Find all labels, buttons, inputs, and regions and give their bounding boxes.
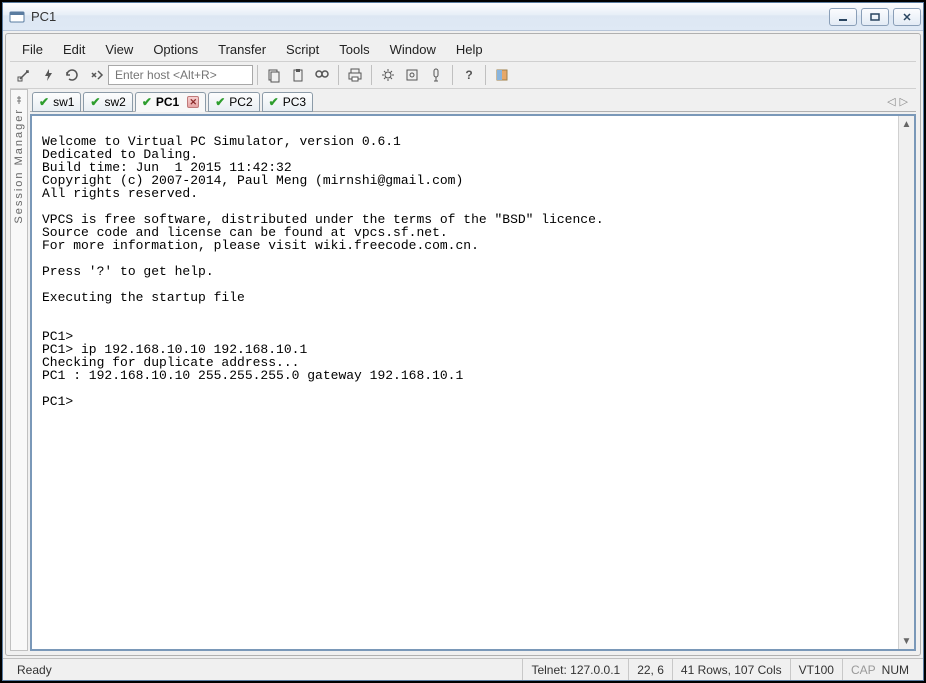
tab-pc1[interactable]: ✔ PC1 ✕ xyxy=(135,92,206,112)
app-window: PC1 File Edit View Options Transfer Scri… xyxy=(2,2,924,681)
window-title: PC1 xyxy=(31,9,829,24)
tab-scroll-right-icon[interactable]: ▷ xyxy=(900,95,908,108)
menu-file[interactable]: File xyxy=(14,40,51,59)
keymap-icon[interactable] xyxy=(424,64,448,86)
maximize-button[interactable] xyxy=(861,8,889,26)
toolbar: ? xyxy=(10,61,916,89)
status-ready: Ready xyxy=(9,659,60,680)
close-tab-icon[interactable]: ✕ xyxy=(187,96,199,108)
toggle-icon[interactable] xyxy=(490,64,514,86)
status-cap-label: CAP xyxy=(851,663,876,677)
scroll-down-icon[interactable]: ▼ xyxy=(899,633,914,649)
session-manager-sidebar[interactable]: Session Manager xyxy=(10,89,28,651)
status-emulation: VT100 xyxy=(790,659,842,680)
scroll-track[interactable] xyxy=(899,132,914,633)
window-buttons xyxy=(829,8,921,26)
copy-icon[interactable] xyxy=(262,64,286,86)
session-tabs: ✔ sw1 ✔ sw2 ✔ PC1 ✕ ✔ PC2 xyxy=(30,89,916,112)
check-icon: ✔ xyxy=(142,95,152,109)
tab-pc2[interactable]: ✔ PC2 xyxy=(208,92,259,112)
check-icon: ✔ xyxy=(215,95,225,109)
tab-label: PC1 xyxy=(156,95,179,109)
status-caps: CAP NUM xyxy=(842,659,917,680)
tab-scroll-arrows: ◁ ▷ xyxy=(887,95,914,108)
settings-icon[interactable] xyxy=(376,64,400,86)
tab-label: PC2 xyxy=(229,95,252,109)
reconnect-icon[interactable] xyxy=(60,64,84,86)
separator xyxy=(371,65,372,85)
menu-view[interactable]: View xyxy=(97,40,141,59)
menubar: File Edit View Options Transfer Script T… xyxy=(10,38,916,61)
menu-options[interactable]: Options xyxy=(145,40,206,59)
menu-help[interactable]: Help xyxy=(448,40,491,59)
quick-connect-icon[interactable] xyxy=(36,64,60,86)
tab-label: sw1 xyxy=(53,95,74,109)
statusbar: Ready Telnet: 127.0.0.1 22, 6 41 Rows, 1… xyxy=(3,658,923,680)
separator xyxy=(452,65,453,85)
check-icon: ✔ xyxy=(90,95,100,109)
separator xyxy=(485,65,486,85)
check-icon: ✔ xyxy=(39,95,49,109)
app-icon xyxy=(9,9,25,25)
help-icon[interactable]: ? xyxy=(457,64,481,86)
client-area: File Edit View Options Transfer Script T… xyxy=(5,33,921,656)
svg-text:?: ? xyxy=(465,68,472,82)
status-protocol: Telnet: 127.0.0.1 xyxy=(522,659,628,680)
terminal-output[interactable]: Welcome to Virtual PC Simulator, version… xyxy=(32,116,898,649)
menu-edit[interactable]: Edit xyxy=(55,40,93,59)
status-cursor: 22, 6 xyxy=(628,659,672,680)
terminal-frame: Welcome to Virtual PC Simulator, version… xyxy=(30,114,916,651)
disconnect-icon[interactable] xyxy=(84,64,108,86)
scroll-up-icon[interactable]: ▲ xyxy=(899,116,914,132)
tab-scroll-left-icon[interactable]: ◁ xyxy=(887,95,895,108)
menu-tools[interactable]: Tools xyxy=(331,40,377,59)
tab-label: sw2 xyxy=(104,95,125,109)
connect-icon[interactable] xyxy=(12,64,36,86)
separator xyxy=(338,65,339,85)
pin-icon[interactable] xyxy=(14,94,24,104)
check-icon: ✔ xyxy=(269,95,279,109)
minimize-button[interactable] xyxy=(829,8,857,26)
menu-window[interactable]: Window xyxy=(382,40,444,59)
session-options-icon[interactable] xyxy=(400,64,424,86)
vertical-scrollbar[interactable]: ▲ ▼ xyxy=(898,116,914,649)
tab-sw1[interactable]: ✔ sw1 xyxy=(32,92,81,112)
tab-sw2[interactable]: ✔ sw2 xyxy=(83,92,132,112)
tab-pc3[interactable]: ✔ PC3 xyxy=(262,92,313,112)
paste-icon[interactable] xyxy=(286,64,310,86)
status-size: 41 Rows, 107 Cols xyxy=(672,659,790,680)
print-icon[interactable] xyxy=(343,64,367,86)
menu-transfer[interactable]: Transfer xyxy=(210,40,274,59)
host-input[interactable] xyxy=(108,65,253,85)
menu-script[interactable]: Script xyxy=(278,40,327,59)
content-row: Session Manager ✔ sw1 ✔ sw2 ✔ PC1 ✕ xyxy=(10,89,916,651)
find-icon[interactable] xyxy=(310,64,334,86)
status-num-label: NUM xyxy=(882,663,909,677)
titlebar: PC1 xyxy=(3,3,923,31)
tab-label: PC3 xyxy=(283,95,306,109)
main-panel: ✔ sw1 ✔ sw2 ✔ PC1 ✕ ✔ PC2 xyxy=(30,89,916,651)
close-button[interactable] xyxy=(893,8,921,26)
separator xyxy=(257,65,258,85)
session-manager-label: Session Manager xyxy=(13,108,25,224)
